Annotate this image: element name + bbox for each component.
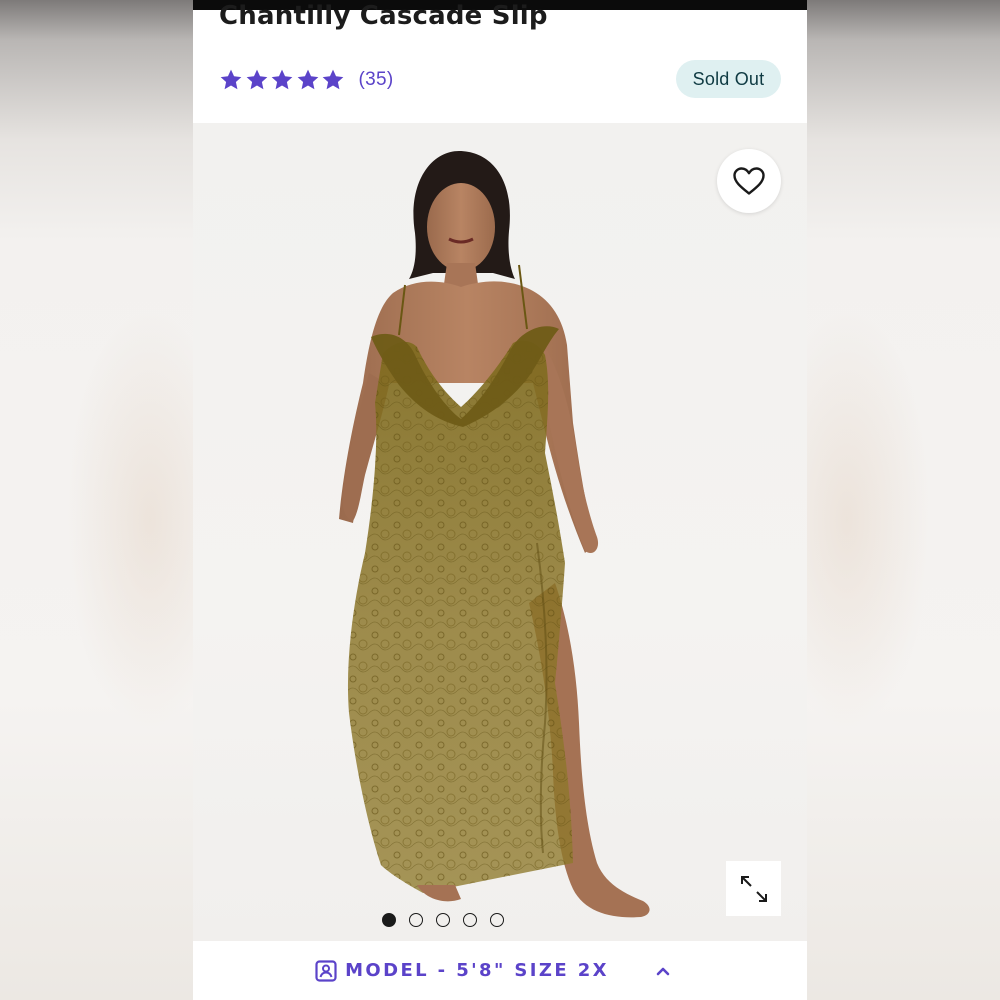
star-icon xyxy=(220,69,242,90)
carousel-pagination xyxy=(193,913,750,927)
star-icon xyxy=(246,69,267,90)
carousel-dot[interactable] xyxy=(409,913,423,927)
expand-image-button[interactable] xyxy=(726,861,781,916)
heart-outline-icon xyxy=(733,167,765,195)
stock-status-badge: Sold Out xyxy=(676,60,781,98)
product-photo xyxy=(339,151,650,918)
product-image-carousel[interactable] xyxy=(193,123,807,941)
product-rating[interactable]: (35) xyxy=(219,64,394,96)
carousel-dot[interactable] xyxy=(436,913,450,927)
carousel-dot[interactable] xyxy=(382,913,396,927)
wishlist-button[interactable] xyxy=(717,149,781,213)
background-blur-left xyxy=(0,0,193,1000)
star-icon xyxy=(297,69,318,90)
review-count-link[interactable]: (35) xyxy=(359,69,394,91)
model-info-content: MODEL - 5'8" SIZE 2X xyxy=(315,959,671,982)
star-icon xyxy=(322,69,344,90)
model-info-label: MODEL - 5'8" SIZE 2X xyxy=(345,960,609,981)
carousel-dot[interactable] xyxy=(490,913,504,927)
star-icon xyxy=(271,69,293,90)
star-rating xyxy=(219,68,347,92)
product-title: Chantilly Cascade Slip xyxy=(219,1,548,31)
person-badge-icon xyxy=(315,959,337,982)
model-info-toggle[interactable]: MODEL - 5'8" SIZE 2X xyxy=(193,941,807,1000)
product-panel: Chantilly Cascade Slip (35) Sold Out MOD… xyxy=(193,0,807,1000)
expand-arrows-icon xyxy=(740,875,767,902)
carousel-dot[interactable] xyxy=(463,913,477,927)
background-blur-right xyxy=(807,0,1000,1000)
chevron-up-icon xyxy=(656,967,670,975)
